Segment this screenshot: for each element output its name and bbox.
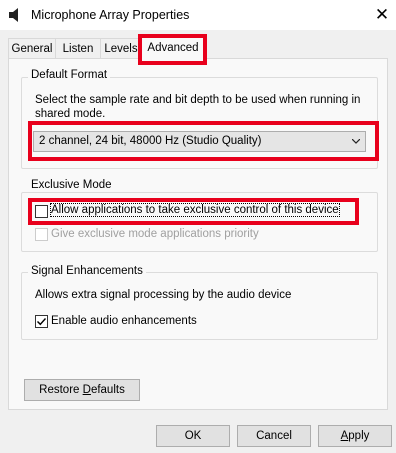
signal-enhancements-description: Allows extra signal processing by the au… — [35, 289, 292, 301]
apply-label-rest: pply — [348, 430, 370, 442]
signal-enhancements-group — [21, 272, 378, 340]
tab-general[interactable]: General — [8, 38, 56, 59]
tab-listen[interactable]: Listen — [55, 38, 101, 59]
checkmark-icon — [37, 318, 47, 326]
speaker-icon — [9, 8, 18, 22]
apply-button[interactable]: Apply — [318, 425, 392, 447]
restore-defaults-label-part1: Restore — [39, 384, 83, 396]
highlight-allow-exclusive — [28, 198, 359, 225]
close-button[interactable]: ✕ — [370, 3, 394, 27]
cancel-button[interactable]: Cancel — [237, 425, 311, 447]
title-bar[interactable]: Microphone Array Properties ✕ — [0, 0, 396, 30]
enable-enhancements-label[interactable]: Enable audio enhancements — [51, 315, 197, 327]
highlight-advanced-tab — [138, 34, 207, 65]
default-format-description: Select the sample rate and bit depth to … — [35, 94, 361, 120]
exclusive-priority-label: Give exclusive mode applications priorit… — [51, 228, 259, 240]
ok-button[interactable]: OK — [156, 425, 230, 447]
exclusive-mode-legend: Exclusive Mode — [28, 179, 115, 191]
highlight-format-dropdown — [28, 121, 379, 161]
window-title: Microphone Array Properties — [31, 8, 190, 22]
signal-enhancements-legend: Signal Enhancements — [28, 265, 146, 277]
restore-defaults-mnemonic: D — [82, 384, 91, 396]
tab-levels[interactable]: Levels — [100, 38, 142, 59]
exclusive-priority-checkbox[interactable] — [35, 228, 48, 241]
enable-enhancements-checkbox[interactable] — [35, 315, 48, 328]
restore-defaults-label-part2: efaults — [90, 384, 125, 396]
default-format-legend: Default Format — [28, 69, 111, 81]
restore-defaults-button[interactable]: Restore Defaults — [24, 379, 140, 401]
